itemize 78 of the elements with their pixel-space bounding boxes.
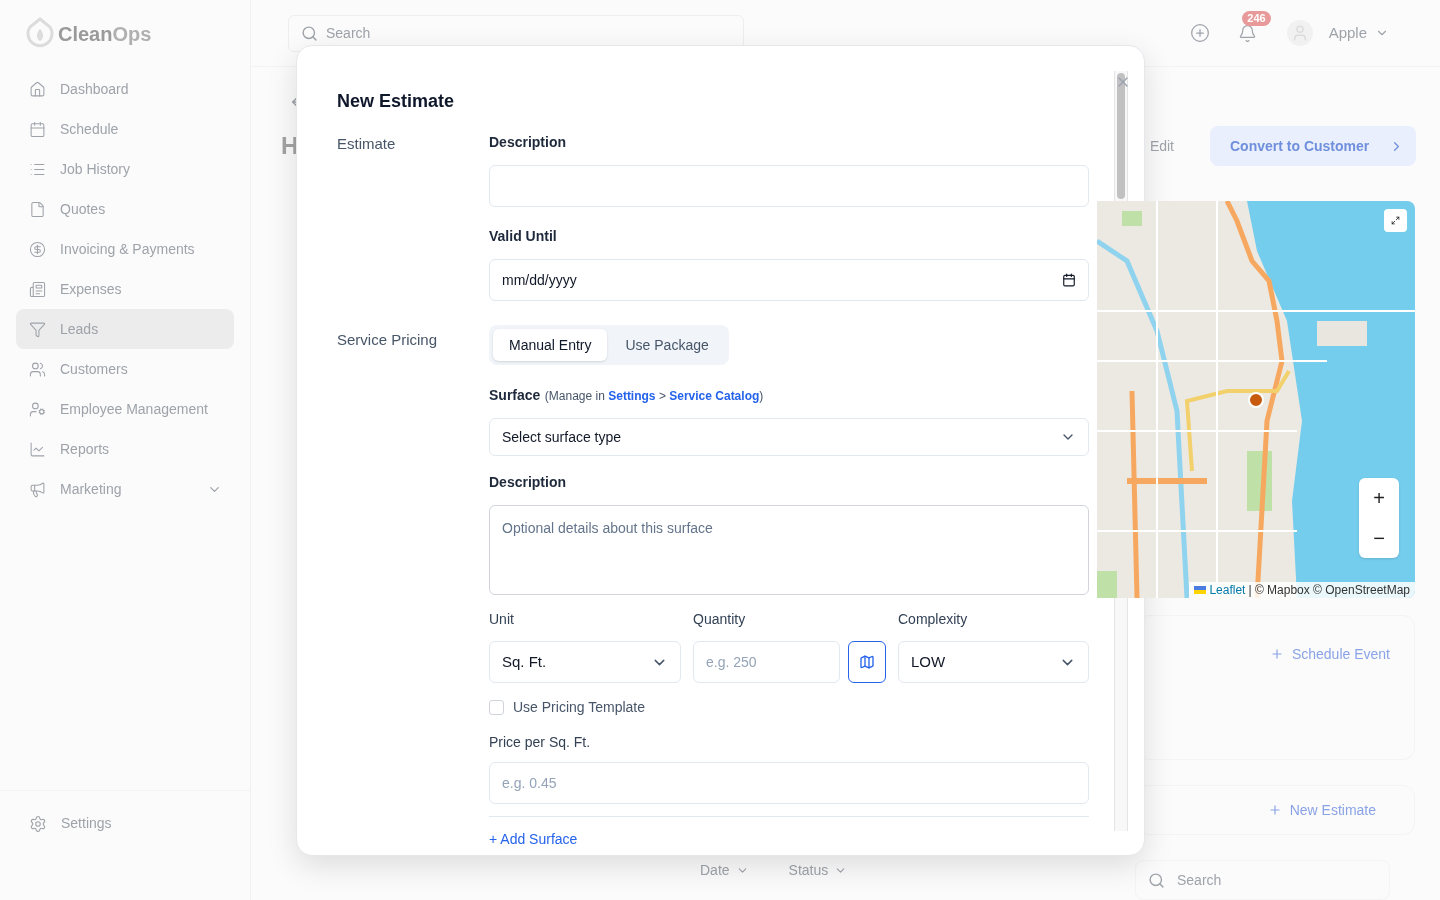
nav-icon	[29, 320, 46, 338]
add-surface-link[interactable]: + Add Surface	[489, 831, 578, 847]
settings-link[interactable]: Settings	[29, 813, 221, 834]
surface-description-textarea[interactable]: Optional details about this surface	[489, 505, 1089, 595]
description-input[interactable]	[489, 165, 1089, 207]
user-name[interactable]: Apple	[1328, 21, 1367, 45]
add-icon[interactable]	[1189, 23, 1210, 43]
complexity-select[interactable]: LOW	[898, 641, 1089, 683]
nav-icon	[29, 400, 46, 418]
field-label: Quantity	[693, 610, 747, 629]
nav-item[interactable]: Expenses	[16, 269, 234, 309]
edit-link[interactable]: Edit	[1149, 135, 1174, 157]
scrollbar-thumb[interactable]	[1117, 73, 1125, 199]
plus-icon	[1269, 647, 1284, 661]
zoom-in-button[interactable]: +	[1359, 478, 1399, 518]
convert-button[interactable]: Convert to Customer	[1210, 126, 1416, 166]
nav-icon	[29, 80, 46, 98]
section-label: Service Pricing	[337, 331, 438, 348]
tab[interactable]: Use Package	[609, 329, 725, 361]
plus-icon	[1267, 803, 1282, 817]
nav-item[interactable]: Customers	[16, 349, 234, 389]
date-input[interactable]: mm/dd/yyyy	[489, 259, 1089, 301]
nav-icon	[29, 440, 46, 458]
map-icon	[859, 654, 875, 670]
service-catalog-link[interactable]: Service Catalog	[669, 389, 760, 403]
nav-icon	[29, 280, 46, 298]
field-label: Complexity	[898, 610, 969, 629]
section-label: Estimate	[337, 135, 396, 152]
unit-select[interactable]: Sq. Ft.	[489, 641, 681, 683]
nav-item[interactable]: Reports	[16, 429, 234, 469]
map-measure-button[interactable]	[848, 641, 886, 683]
field-label: Unit	[489, 610, 515, 629]
nav-item[interactable]: Employee Management	[16, 389, 234, 429]
tab[interactable]: Manual Entry	[493, 329, 608, 361]
nav-icon	[29, 240, 46, 258]
filter-dropdown[interactable]: Status	[788, 860, 848, 881]
search-field[interactable]: Search	[1135, 860, 1390, 900]
field-label: Valid Until	[489, 227, 558, 246]
calendar-icon[interactable]	[1062, 273, 1076, 287]
logo-text: CleanOps	[58, 22, 152, 47]
pricing-template-checkbox[interactable]	[489, 700, 504, 715]
zoom-out-button[interactable]: −	[1359, 518, 1399, 558]
avatar[interactable]	[1286, 20, 1313, 46]
nav-item[interactable]: Dashboard	[16, 69, 234, 109]
price-input[interactable]: e.g. 0.45	[489, 762, 1089, 804]
nav-item[interactable]: Schedule	[16, 109, 234, 149]
nav-item[interactable]: Job History	[16, 149, 234, 189]
field-label: Surface	[489, 387, 541, 403]
filter-dropdown[interactable]: Date	[700, 860, 749, 881]
nav-item[interactable]: Invoicing & Payments	[16, 229, 234, 269]
settings-link[interactable]: Settings	[608, 389, 656, 403]
nav-item[interactable]: Quotes	[16, 189, 234, 229]
notification-count: 246	[1242, 10, 1271, 26]
field-label: Price per Sq. Ft.	[489, 733, 592, 752]
field-label: Description	[489, 133, 567, 152]
field-label: Description	[489, 473, 567, 492]
nav-item[interactable]: Marketing	[16, 469, 234, 509]
surface-select[interactable]: Select surface type	[489, 418, 1089, 456]
nav-icon	[29, 480, 46, 498]
notifications-icon[interactable]	[1237, 23, 1257, 43]
checkbox-label: Use Pricing Template	[513, 698, 646, 717]
settings-icon	[29, 814, 47, 833]
expand-icon	[1391, 216, 1400, 225]
catalog-hint: (Manage in Settings > Service Catalog)	[544, 389, 764, 403]
flag-icon	[1194, 586, 1207, 594]
nav-icon	[29, 360, 46, 378]
nav-icon	[29, 120, 46, 138]
leaflet-link[interactable]: Leaflet	[1209, 584, 1246, 596]
new-estimate-link[interactable]: New Estimate	[1267, 799, 1376, 821]
nav-item[interactable]: Leads	[16, 309, 234, 349]
schedule-event-link[interactable]: Schedule Event	[1269, 644, 1390, 664]
dialog-title: New Estimate	[337, 90, 456, 113]
quantity-input[interactable]: e.g. 250	[693, 641, 840, 683]
attribution-text: | © Mapbox © OpenStreetMap	[1248, 584, 1410, 596]
nav-icon	[29, 200, 46, 218]
fullscreen-button[interactable]	[1384, 209, 1407, 232]
search-icon	[1148, 871, 1165, 889]
search-icon	[301, 24, 318, 42]
